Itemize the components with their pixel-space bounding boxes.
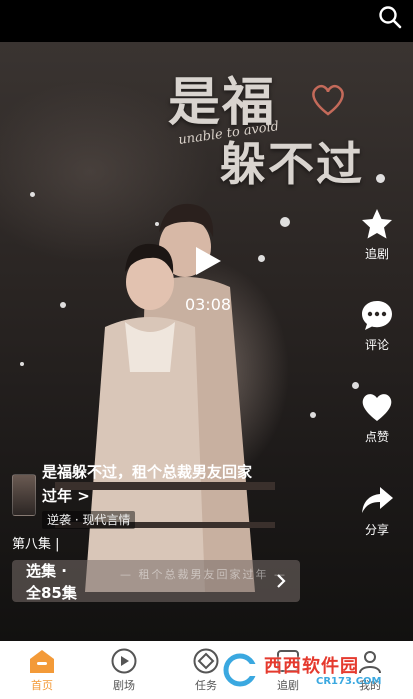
search-icon[interactable] [377, 4, 403, 30]
like-label: 点赞 [364, 430, 389, 444]
poster-image [55, 203, 275, 592]
watermark-logo: 西西软件园 CR173.COM [220, 648, 400, 692]
video-duration: 03:08 [184, 295, 232, 314]
comment-label: 评论 [364, 338, 389, 352]
star-icon [362, 209, 392, 239]
video-player[interactable]: 是福 unable to avoid 躲不过 03:08 [0, 42, 413, 641]
share-button[interactable]: 分享 [353, 483, 401, 538]
poster-title: 是福 unable to avoid 躲不过 [168, 60, 408, 200]
episode-total: 全85集 [26, 584, 77, 602]
snowflake [352, 382, 359, 389]
current-episode: 第八集 | [12, 537, 60, 552]
drama-cover-thumbnail[interactable] [12, 474, 36, 516]
share-icon [362, 487, 393, 513]
genre-tags: 逆袭 · 现代言情 [42, 511, 136, 529]
follow-label: 追剧 [364, 247, 389, 261]
follow-button[interactable]: 追剧 [353, 207, 401, 262]
snowflake [258, 255, 265, 262]
snowflake [376, 174, 385, 183]
snowflake [310, 412, 316, 418]
watermark-text: 西西软件园 [264, 656, 359, 677]
share-label: 分享 [364, 523, 389, 537]
nav-theater-label: 剧场 [113, 679, 135, 692]
poster-title-line2: 躲不过 [220, 137, 364, 191]
nav-home[interactable]: 首页 [17, 647, 67, 693]
poster-caption: — 租个总裁男友回家过年 — [120, 568, 287, 581]
snowflake [20, 362, 24, 366]
like-button[interactable]: 点赞 [353, 390, 401, 445]
drama-title[interactable]: 是福躲不过，租个总裁男友回家 过年 > [42, 460, 282, 508]
comment-button[interactable]: 评论 [353, 298, 401, 353]
snowflake [60, 302, 66, 308]
snowflake [30, 192, 35, 197]
watermark-url: CR173.COM [316, 676, 382, 687]
play-icon[interactable] [193, 245, 223, 277]
heart-icon [362, 394, 392, 421]
task-icon [193, 648, 219, 674]
snowflake [155, 222, 159, 226]
home-icon [30, 650, 54, 673]
nav-home-label: 首页 [31, 679, 53, 692]
theater-icon [111, 648, 137, 674]
comment-icon [362, 301, 392, 330]
drama-title-line1: 是福躲不过，租个总裁男友回家 [42, 463, 253, 481]
episode-select-label: 选集 · [26, 562, 67, 580]
nav-theater[interactable]: 剧场 [99, 647, 149, 693]
top-bar [0, 0, 413, 42]
heart-doodle-icon [312, 84, 344, 116]
drama-title-line2: 过年 > [42, 487, 90, 505]
snowflake [280, 217, 290, 227]
